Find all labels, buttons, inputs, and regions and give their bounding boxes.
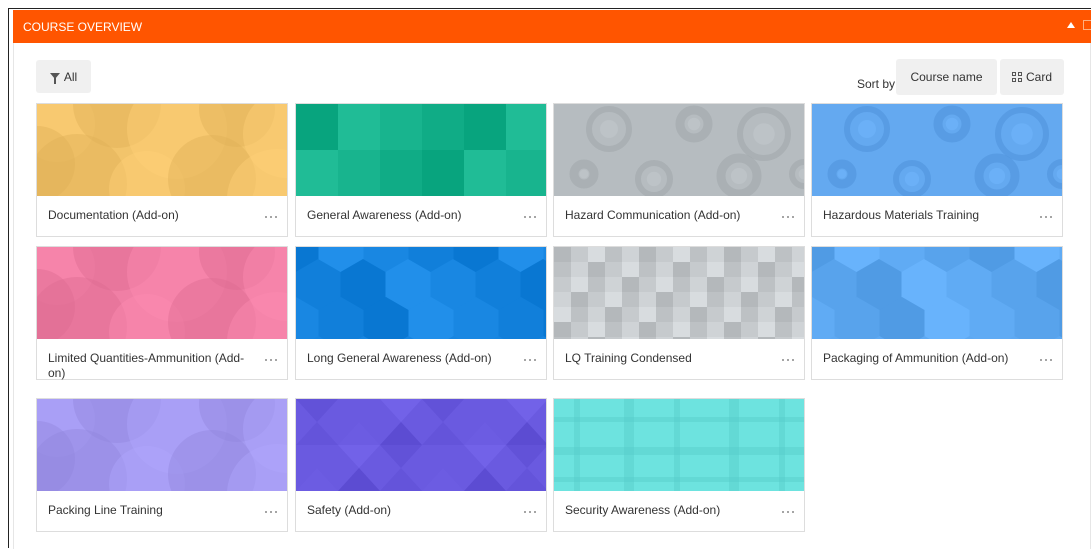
course-name[interactable]: Documentation (Add-on)	[48, 208, 248, 223]
course-card[interactable]: Long General Awareness (Add-on)	[295, 246, 547, 380]
caret-up-icon[interactable]	[1067, 22, 1075, 28]
course-image[interactable]	[812, 104, 1062, 196]
filter-button[interactable]: All	[36, 60, 91, 93]
course-image[interactable]	[296, 104, 546, 196]
card-grid-icon	[1011, 72, 1022, 82]
course-name[interactable]: Packing Line Training	[48, 503, 248, 518]
dock-icon[interactable]	[1083, 20, 1091, 30]
block-header: COURSE OVERVIEW	[13, 10, 1091, 43]
course-image[interactable]	[37, 399, 287, 491]
course-card[interactable]: Hazard Communication (Add-on)	[553, 103, 805, 237]
filter-label: All	[63, 69, 78, 84]
ellipsis-icon[interactable]	[1040, 356, 1052, 364]
course-image[interactable]	[554, 104, 804, 196]
course-name[interactable]: Hazard Communication (Add-on)	[565, 208, 765, 223]
sort-dropdown-button[interactable]: Course name	[896, 59, 997, 95]
course-card[interactable]: LQ Training Condensed	[553, 246, 805, 380]
course-image[interactable]	[37, 104, 287, 196]
sort-by-label: Sort by	[857, 77, 896, 91]
course-image[interactable]	[554, 399, 804, 491]
course-name[interactable]: LQ Training Condensed	[565, 351, 765, 366]
course-card[interactable]: Limited Quantities-Ammunition (Add-on)	[36, 246, 288, 380]
course-image[interactable]	[296, 247, 546, 339]
course-name[interactable]: Security Awareness (Add-on)	[565, 503, 765, 518]
ellipsis-icon[interactable]	[782, 213, 794, 221]
course-name[interactable]: Long General Awareness (Add-on)	[307, 351, 507, 366]
course-card[interactable]: Packaging of Ammunition (Add-on)	[811, 246, 1063, 380]
course-image[interactable]	[296, 399, 546, 491]
ellipsis-icon[interactable]	[782, 508, 794, 516]
ellipsis-icon[interactable]	[265, 508, 277, 516]
course-card[interactable]: Documentation (Add-on)	[36, 103, 288, 237]
sort-value: Course name	[910, 70, 983, 84]
course-name[interactable]: Packaging of Ammunition (Add-on)	[823, 351, 1023, 366]
course-card[interactable]: General Awareness (Add-on)	[295, 103, 547, 237]
ellipsis-icon[interactable]	[265, 213, 277, 221]
course-image[interactable]	[554, 247, 804, 339]
ellipsis-icon[interactable]	[524, 508, 536, 516]
filter-funnel-icon	[49, 72, 60, 84]
course-name[interactable]: General Awareness (Add-on)	[307, 208, 507, 223]
block-title: COURSE OVERVIEW	[23, 20, 143, 34]
course-image[interactable]	[812, 247, 1062, 339]
ellipsis-icon[interactable]	[524, 356, 536, 364]
view-mode-button[interactable]: Card	[1000, 59, 1064, 95]
course-card[interactable]: Packing Line Training	[36, 398, 288, 532]
course-name[interactable]: Limited Quantities-Ammunition (Add-on)	[48, 351, 248, 381]
ellipsis-icon[interactable]	[782, 356, 794, 364]
course-card[interactable]: Security Awareness (Add-on)	[553, 398, 805, 532]
view-mode-label: Card	[1025, 70, 1052, 84]
course-card[interactable]: Hazardous Materials Training	[811, 103, 1063, 237]
ellipsis-icon[interactable]	[1040, 213, 1052, 221]
ellipsis-icon[interactable]	[524, 213, 536, 221]
course-image[interactable]	[37, 247, 287, 339]
course-name[interactable]: Hazardous Materials Training	[823, 208, 1023, 223]
ellipsis-icon[interactable]	[265, 356, 277, 364]
course-card[interactable]: Safety (Add-on)	[295, 398, 547, 532]
course-name[interactable]: Safety (Add-on)	[307, 503, 507, 518]
